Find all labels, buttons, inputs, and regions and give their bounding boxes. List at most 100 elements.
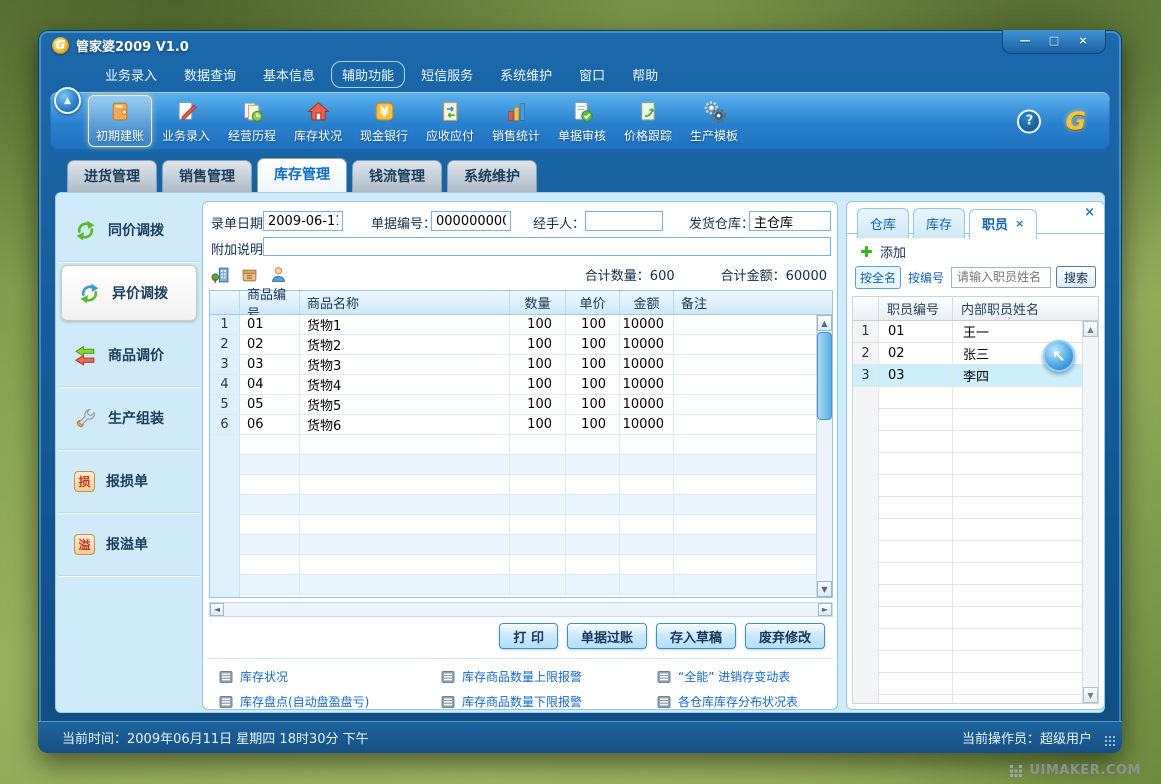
search-button[interactable]: 搜索 xyxy=(1056,266,1096,288)
tab-cashflow-management[interactable]: 钱流管理 xyxy=(352,160,442,192)
sidebar-item-same-price-transfer[interactable]: 同价调拨 xyxy=(58,199,200,262)
scroll-left-button[interactable]: ◄ xyxy=(210,603,224,616)
scroll-down-button[interactable]: ▼ xyxy=(817,581,832,597)
sidebar-item-overflow-report[interactable]: 溢 报溢单 xyxy=(58,513,200,576)
sidebar-item-diff-price-transfer[interactable]: 异价调拨 xyxy=(61,265,197,321)
post-document-button[interactable]: 单据过账 xyxy=(567,623,647,649)
toolbar-button-business-entry[interactable]: 业务录入 xyxy=(154,95,218,147)
menu-item-sms-service[interactable]: 短信服务 xyxy=(410,61,484,88)
tab-sales-management[interactable]: 销售管理 xyxy=(162,160,252,192)
toolbar-button-inventory-status[interactable]: 库存状况 xyxy=(286,95,350,147)
total-amount: 合计金额：60000 xyxy=(721,265,827,284)
table-row[interactable]: 4 04 货物4 100 100 10000 xyxy=(210,375,816,395)
handler-label: 经手人： xyxy=(533,213,585,232)
document-check-icon xyxy=(570,99,595,124)
vertical-scrollbar[interactable]: ▲ ▼ xyxy=(816,315,832,597)
table-row[interactable]: 2 02 货物2 100 100 10000 xyxy=(210,335,816,355)
person-picker-icon[interactable] xyxy=(269,265,288,284)
header-price: 单价 xyxy=(566,291,620,314)
cell-code: 01 xyxy=(240,315,300,334)
handler-input[interactable] xyxy=(585,211,663,231)
discard-changes-button[interactable]: 废弃修改 xyxy=(745,623,825,649)
staff-search-input[interactable] xyxy=(951,267,1051,288)
help-button[interactable]: ? xyxy=(1017,109,1041,133)
filter-by-code[interactable]: 按编号 xyxy=(906,267,946,288)
row-number: 1 xyxy=(853,321,879,342)
scroll-up-button[interactable]: ▲ xyxy=(817,315,832,331)
warehouse-input[interactable] xyxy=(749,211,831,231)
filter-by-fullname[interactable]: 按全名 xyxy=(855,266,901,289)
gears-icon xyxy=(702,99,727,124)
tab-system-maintain[interactable]: 系统维护 xyxy=(447,160,537,192)
link-stocktaking[interactable]: 库存盘点(自动盘盈盘亏) xyxy=(219,693,441,710)
minimize-button[interactable]: — xyxy=(1012,33,1038,48)
empty-rows xyxy=(210,435,816,597)
cell-note xyxy=(674,315,816,334)
report-icon xyxy=(219,670,233,684)
toolbar-button-production-template[interactable]: 生产模板 xyxy=(682,95,746,147)
maximize-button[interactable]: □ xyxy=(1041,33,1067,48)
toolbar-button-receivable-payable[interactable]: 应收应付 xyxy=(418,95,482,147)
scrollbar-thumb[interactable] xyxy=(817,332,832,420)
sidebar-item-production-assembly[interactable]: 生产组装 xyxy=(58,387,200,450)
picker-tab-staff[interactable]: 职员× xyxy=(969,209,1037,239)
scroll-down-button[interactable]: ▼ xyxy=(1083,687,1098,703)
menu-item-business-entry[interactable]: 业务录入 xyxy=(94,61,168,88)
link-upper-limit-alert[interactable]: 库存商品数量上限报警 xyxy=(441,668,657,685)
menu-item-window[interactable]: 窗口 xyxy=(568,61,616,88)
link-warehouse-distribution[interactable]: 各仓库库存分布状况表 xyxy=(657,693,831,710)
toolbar-button-doc-audit[interactable]: 单据审核 xyxy=(550,95,614,147)
add-staff-button[interactable]: 添加 xyxy=(860,242,906,261)
toolbar-button-history[interactable]: 经营历程 xyxy=(220,95,284,147)
table-row[interactable]: 5 05 货物5 100 100 10000 xyxy=(210,395,816,415)
product-picker-icon[interactable] xyxy=(240,265,259,284)
title-bar[interactable]: G 管家婆2009 V1.0 xyxy=(38,30,1122,60)
staff-vertical-scrollbar[interactable]: ▲ ▼ xyxy=(1082,321,1098,703)
menu-item-aux-functions[interactable]: 辅助功能 xyxy=(331,61,405,88)
cell-name: 货物6 xyxy=(300,415,510,434)
staff-row[interactable]: 1 01 王一 xyxy=(853,321,1082,343)
cell-note xyxy=(674,415,816,434)
picker-tab-inventory[interactable]: 库存 xyxy=(913,208,965,238)
close-button[interactable]: × xyxy=(1070,33,1096,48)
toolbar-button-sales-stats[interactable]: 销售统计 xyxy=(484,95,548,147)
link-lower-limit-alert[interactable]: 库存商品数量下限报警 xyxy=(441,693,657,710)
cell-code: 05 xyxy=(240,395,300,414)
tab-close-icon[interactable]: × xyxy=(1015,217,1024,230)
row-number: 2 xyxy=(853,343,879,364)
panel-close-icon[interactable]: × xyxy=(1084,205,1095,220)
menu-item-data-query[interactable]: 数据查询 xyxy=(173,61,247,88)
status-bar: 当前时间：2009年06月11日 星期四 18时30分 下午 当前操作员：超级用… xyxy=(38,721,1122,753)
menu-item-help[interactable]: 帮助 xyxy=(621,61,669,88)
staff-row-selected[interactable]: 3 03 李四 xyxy=(853,365,1082,387)
doc-no-input[interactable] xyxy=(431,211,511,231)
menu-item-basic-info[interactable]: 基本信息 xyxy=(252,61,326,88)
print-button[interactable]: 打 印 xyxy=(499,623,558,649)
toolbar-button-cash-bank[interactable]: ¥ 现金银行 xyxy=(352,95,416,147)
sidebar-item-loss-report[interactable]: 损 报损单 xyxy=(58,450,200,513)
save-draft-button[interactable]: 存入草稿 xyxy=(656,623,736,649)
link-inventory-status[interactable]: 库存状况 xyxy=(219,668,441,685)
header-row-num xyxy=(853,297,879,320)
scroll-up-button[interactable]: ▲ xyxy=(1083,321,1098,337)
scroll-right-button[interactable]: ► xyxy=(818,603,832,616)
tab-purchase-management[interactable]: 进货管理 xyxy=(67,160,157,192)
toolbar-button-initial-setup[interactable]: 初期建账 xyxy=(88,95,152,147)
collapse-toolbar-button[interactable]: ▲ xyxy=(54,87,81,114)
date-input[interactable] xyxy=(263,211,343,231)
toolbar-button-price-tracking[interactable]: 价格跟踪 xyxy=(616,95,680,147)
note-input[interactable] xyxy=(263,237,831,256)
tab-inventory-management[interactable]: 库存管理 xyxy=(257,158,347,192)
cell-amount: 10000 xyxy=(620,415,674,434)
table-row[interactable]: 1 01 货物1 100 100 10000 xyxy=(210,315,816,335)
warehouse-picker-icon[interactable] xyxy=(211,265,230,284)
table-row[interactable]: 6 06 货物6 100 100 10000 xyxy=(210,415,816,435)
link-omnipotent-change-table[interactable]: “全能” 进销存变动表 xyxy=(657,668,831,685)
sidebar-item-price-adjust[interactable]: 商品调价 xyxy=(58,324,200,387)
menu-item-system-maintain[interactable]: 系统维护 xyxy=(489,61,563,88)
resize-grip[interactable] xyxy=(1104,735,1117,748)
table-row[interactable]: 3 03 货物3 100 100 10000 xyxy=(210,355,816,375)
picker-tab-warehouse[interactable]: 仓库 xyxy=(857,208,909,238)
horizontal-scrollbar[interactable]: ◄ ► xyxy=(209,602,833,617)
toolbar-button-label: 初期建账 xyxy=(96,127,144,144)
